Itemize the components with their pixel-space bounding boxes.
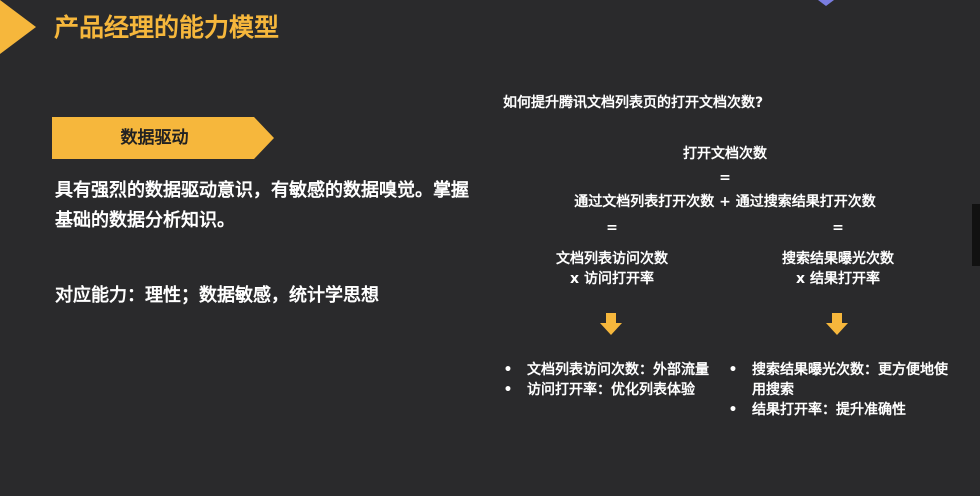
arrow-down-right-icon <box>826 313 848 335</box>
left-bullet-list: • 文档列表访问次数：外部流量 • 访问打开率：优化列表体验 <box>503 360 718 400</box>
bullet-text: 访问打开率：优化列表体验 <box>527 382 695 398</box>
formula-left-line1: 文档列表访问次数 <box>556 251 668 267</box>
page-title: 产品经理的能力模型 <box>54 13 280 42</box>
scroll-edge <box>972 204 980 266</box>
section-tag-label: 数据驱动 <box>120 128 189 148</box>
list-item: • 访问打开率：优化列表体验 <box>503 380 718 400</box>
formula-equals-left: = <box>606 220 618 236</box>
formula-equals-right: = <box>832 220 844 236</box>
formula-equals-1: = <box>719 170 731 186</box>
formula-right-line2: x 结果打开率 <box>796 271 880 287</box>
bullet-dot: • <box>728 402 738 418</box>
list-item: • 文档列表访问次数：外部流量 <box>503 360 718 380</box>
formula-sum: 通过文档列表打开次数 + 通过搜索结果打开次数 <box>574 194 876 210</box>
title-arrow-icon <box>0 0 36 54</box>
description-text: 具有强烈的数据驱动意识，有敏感的数据嗅觉。掌握基础的数据分析知识。 <box>55 180 469 231</box>
bullet-dot: • <box>503 362 513 378</box>
list-item: • 搜索结果曝光次数：更方便地使用搜索 <box>728 360 950 400</box>
section-tag: 数据驱动 <box>52 117 274 159</box>
formula-left-line2: x 访问打开率 <box>570 271 654 287</box>
formula-right-line1: 搜索结果曝光次数 <box>782 251 894 267</box>
arrow-down-left-icon <box>600 313 622 335</box>
bullet-dot: • <box>728 362 738 378</box>
list-item: • 结果打开率：提升准确性 <box>728 400 950 420</box>
bullet-text: 文档列表访问次数：外部流量 <box>527 362 709 378</box>
bullet-dot: • <box>503 382 513 398</box>
abilities-text: 对应能力：理性；数据敏感，统计学思想 <box>55 285 379 306</box>
bullet-text: 结果打开率：提升准确性 <box>752 402 906 418</box>
right-bullet-list: • 搜索结果曝光次数：更方便地使用搜索 • 结果打开率：提升准确性 <box>728 360 950 420</box>
question-heading: 如何提升腾讯文档列表页的打开文档次数? <box>503 95 764 111</box>
formula-total: 打开文档次数 <box>683 146 767 162</box>
bullet-text: 搜索结果曝光次数：更方便地使用搜索 <box>752 362 948 398</box>
top-marker-icon <box>818 0 834 6</box>
